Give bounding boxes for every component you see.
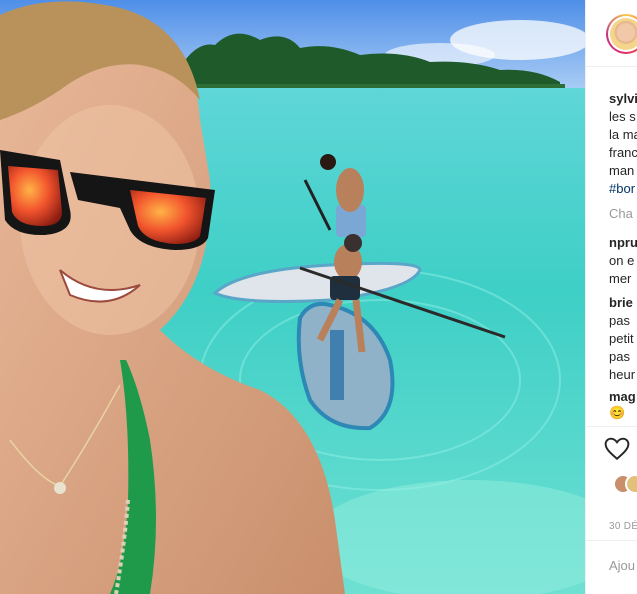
post-photo[interactable] (0, 0, 585, 594)
post-author[interactable]: sylvi (609, 90, 637, 108)
actions-divider (586, 426, 637, 427)
comment-text: on e (609, 253, 635, 268)
caption-line: la ma (609, 127, 637, 142)
liked-by-avatars[interactable] (613, 474, 637, 494)
comment-emoji: 😊 (609, 405, 626, 420)
comment-text: heur (609, 367, 636, 382)
post-side-panel: sylvi les s la ma franc man #bor Cha npr… (585, 0, 637, 594)
comment-divider (586, 540, 637, 541)
heart-icon[interactable] (604, 437, 630, 461)
post-date: 30 DÉ (609, 521, 637, 532)
caption-line: man (609, 163, 635, 178)
add-comment-input[interactable]: Ajou (609, 557, 635, 575)
post-image (0, 0, 585, 594)
comment-author[interactable]: brie (609, 294, 633, 312)
load-comments-link[interactable]: Cha (609, 205, 633, 223)
profile-avatar[interactable] (606, 14, 637, 54)
comment-author[interactable]: npru (609, 234, 637, 252)
header-divider (586, 66, 637, 67)
comment-text: mer (609, 271, 632, 286)
caption-line: les s (609, 109, 636, 124)
caption-line: franc (609, 145, 637, 160)
comment-text: petit (609, 331, 634, 346)
hashtag-link[interactable]: #bor (609, 180, 635, 198)
comment-text: pas (609, 313, 630, 328)
comment-text: pas (609, 349, 630, 364)
